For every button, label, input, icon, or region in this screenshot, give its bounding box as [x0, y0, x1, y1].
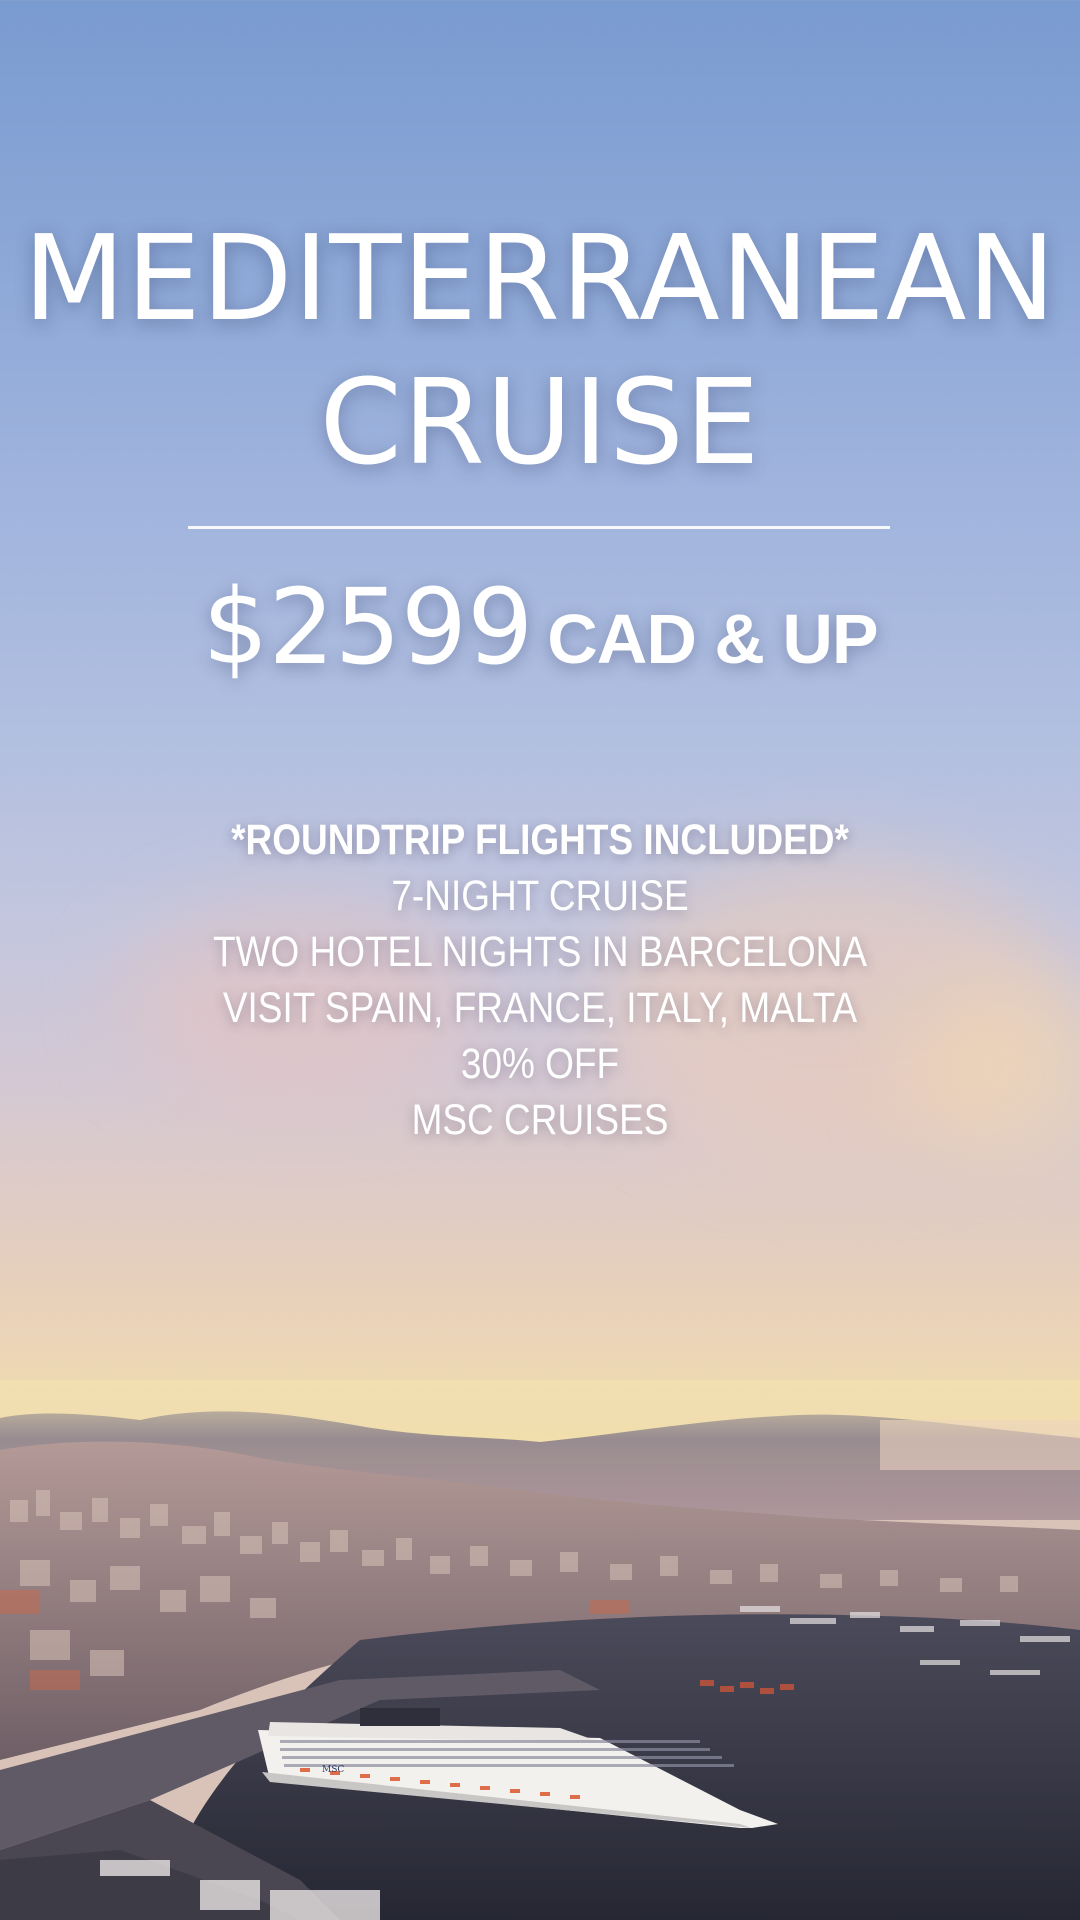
- feature-item: 30% OFF: [460, 1040, 620, 1088]
- feature-item: VISIT SPAIN, FRANCE, ITALY, MALTA: [222, 984, 858, 1032]
- ship-logo: MSC: [322, 1765, 344, 1775]
- features-headline: *ROUNDTRIP FLIGHTS INCLUDED*: [231, 816, 849, 864]
- price-suffix: CAD & UP: [547, 600, 878, 678]
- divider: [188, 526, 890, 529]
- headline-line-1: MEDITERRANEAN: [23, 209, 1057, 347]
- feature-item: TWO HOTEL NIGHTS IN BARCELONA: [212, 928, 868, 976]
- feature-item: 7-NIGHT CRUISE: [391, 872, 689, 920]
- features-list: *ROUNDTRIP FLIGHTS INCLUDED* 7-NIGHT CRU…: [0, 812, 1080, 1148]
- harbor-scene-image: MSC: [0, 1380, 1080, 1920]
- headline-line-2: CRUISE: [319, 353, 761, 491]
- feature-item: MSC CRUISES: [411, 1096, 669, 1144]
- price-row: $2599 CAD & UP: [0, 566, 1080, 688]
- price-amount: $2599: [202, 566, 534, 688]
